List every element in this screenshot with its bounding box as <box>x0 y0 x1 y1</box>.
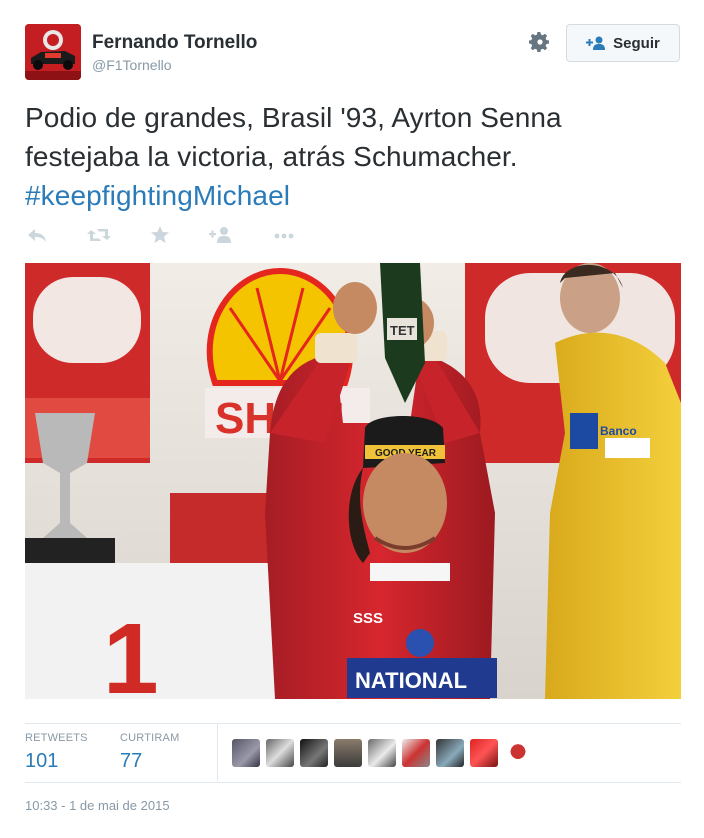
liker-avatar[interactable] <box>504 739 532 767</box>
stats-divider <box>217 724 218 781</box>
author-handle[interactable]: @F1Tornello <box>92 57 172 73</box>
reply-icon[interactable] <box>26 223 48 247</box>
retweets-label: RETWEETS <box>25 732 88 744</box>
liker-avatar[interactable] <box>300 739 328 767</box>
liker-avatar[interactable] <box>368 739 396 767</box>
star-icon[interactable] <box>149 223 171 247</box>
tweet-timestamp[interactable]: 10:33 - 1 de mai de 2015 <box>25 798 170 813</box>
author-name[interactable]: Fernando Tornello <box>92 32 257 54</box>
tweet-text-line-1: Podio de grandes, Brasil '93, Ayrton Sen… <box>25 102 562 133</box>
retweets-count: 101 <box>25 750 59 772</box>
gear-icon[interactable] <box>528 30 552 54</box>
bottle-label: TET <box>390 323 415 338</box>
follow-button-label: Seguir <box>613 34 660 52</box>
tweet-text-line-2: festejaba la victoria, atrás Schumacher. <box>25 141 518 172</box>
follow-icon[interactable] <box>208 223 234 247</box>
hashtag-link[interactable]: #keepfightingMichael <box>25 176 685 215</box>
likes-count: 77 <box>120 750 143 772</box>
follow-button[interactable]: Seguir <box>566 24 680 62</box>
liker-avatar[interactable] <box>436 739 464 767</box>
tweet-stats: RETWEETS 101 CURTIRAM 77 <box>25 723 681 783</box>
liker-avatar[interactable] <box>266 739 294 767</box>
tweet-actions <box>25 223 325 249</box>
retweets-stat[interactable]: RETWEETS 101 <box>25 732 88 773</box>
avatar[interactable] <box>25 24 81 80</box>
f1-car-avatar-icon <box>25 24 81 80</box>
liker-avatar[interactable] <box>402 739 430 767</box>
bank-text: Banco <box>600 424 637 438</box>
liker-avatar[interactable] <box>232 739 260 767</box>
sponsor-text: SSS <box>353 610 383 627</box>
ellipsis-icon[interactable] <box>271 223 297 247</box>
tweet-photo[interactable]: SHELL 1 TET GOOD YEAR <box>25 263 681 699</box>
liker-avatar[interactable] <box>334 739 362 767</box>
follow-person-plus-icon <box>586 36 606 50</box>
tweet-header: Fernando Tornello @F1Tornello Seguir <box>25 24 681 80</box>
tweet-text: Podio de grandes, Brasil '93, Ayrton Sen… <box>25 98 685 215</box>
liker-avatar[interactable] <box>470 739 498 767</box>
retweet-icon[interactable] <box>86 223 112 247</box>
svg-text:1: 1 <box>103 603 159 699</box>
suit-text: NATIONAL <box>355 668 467 693</box>
likes-label: CURTIRAM <box>120 732 180 744</box>
podium-photo: SHELL 1 TET GOOD YEAR <box>25 263 681 699</box>
likes-stat[interactable]: CURTIRAM 77 <box>120 732 179 773</box>
